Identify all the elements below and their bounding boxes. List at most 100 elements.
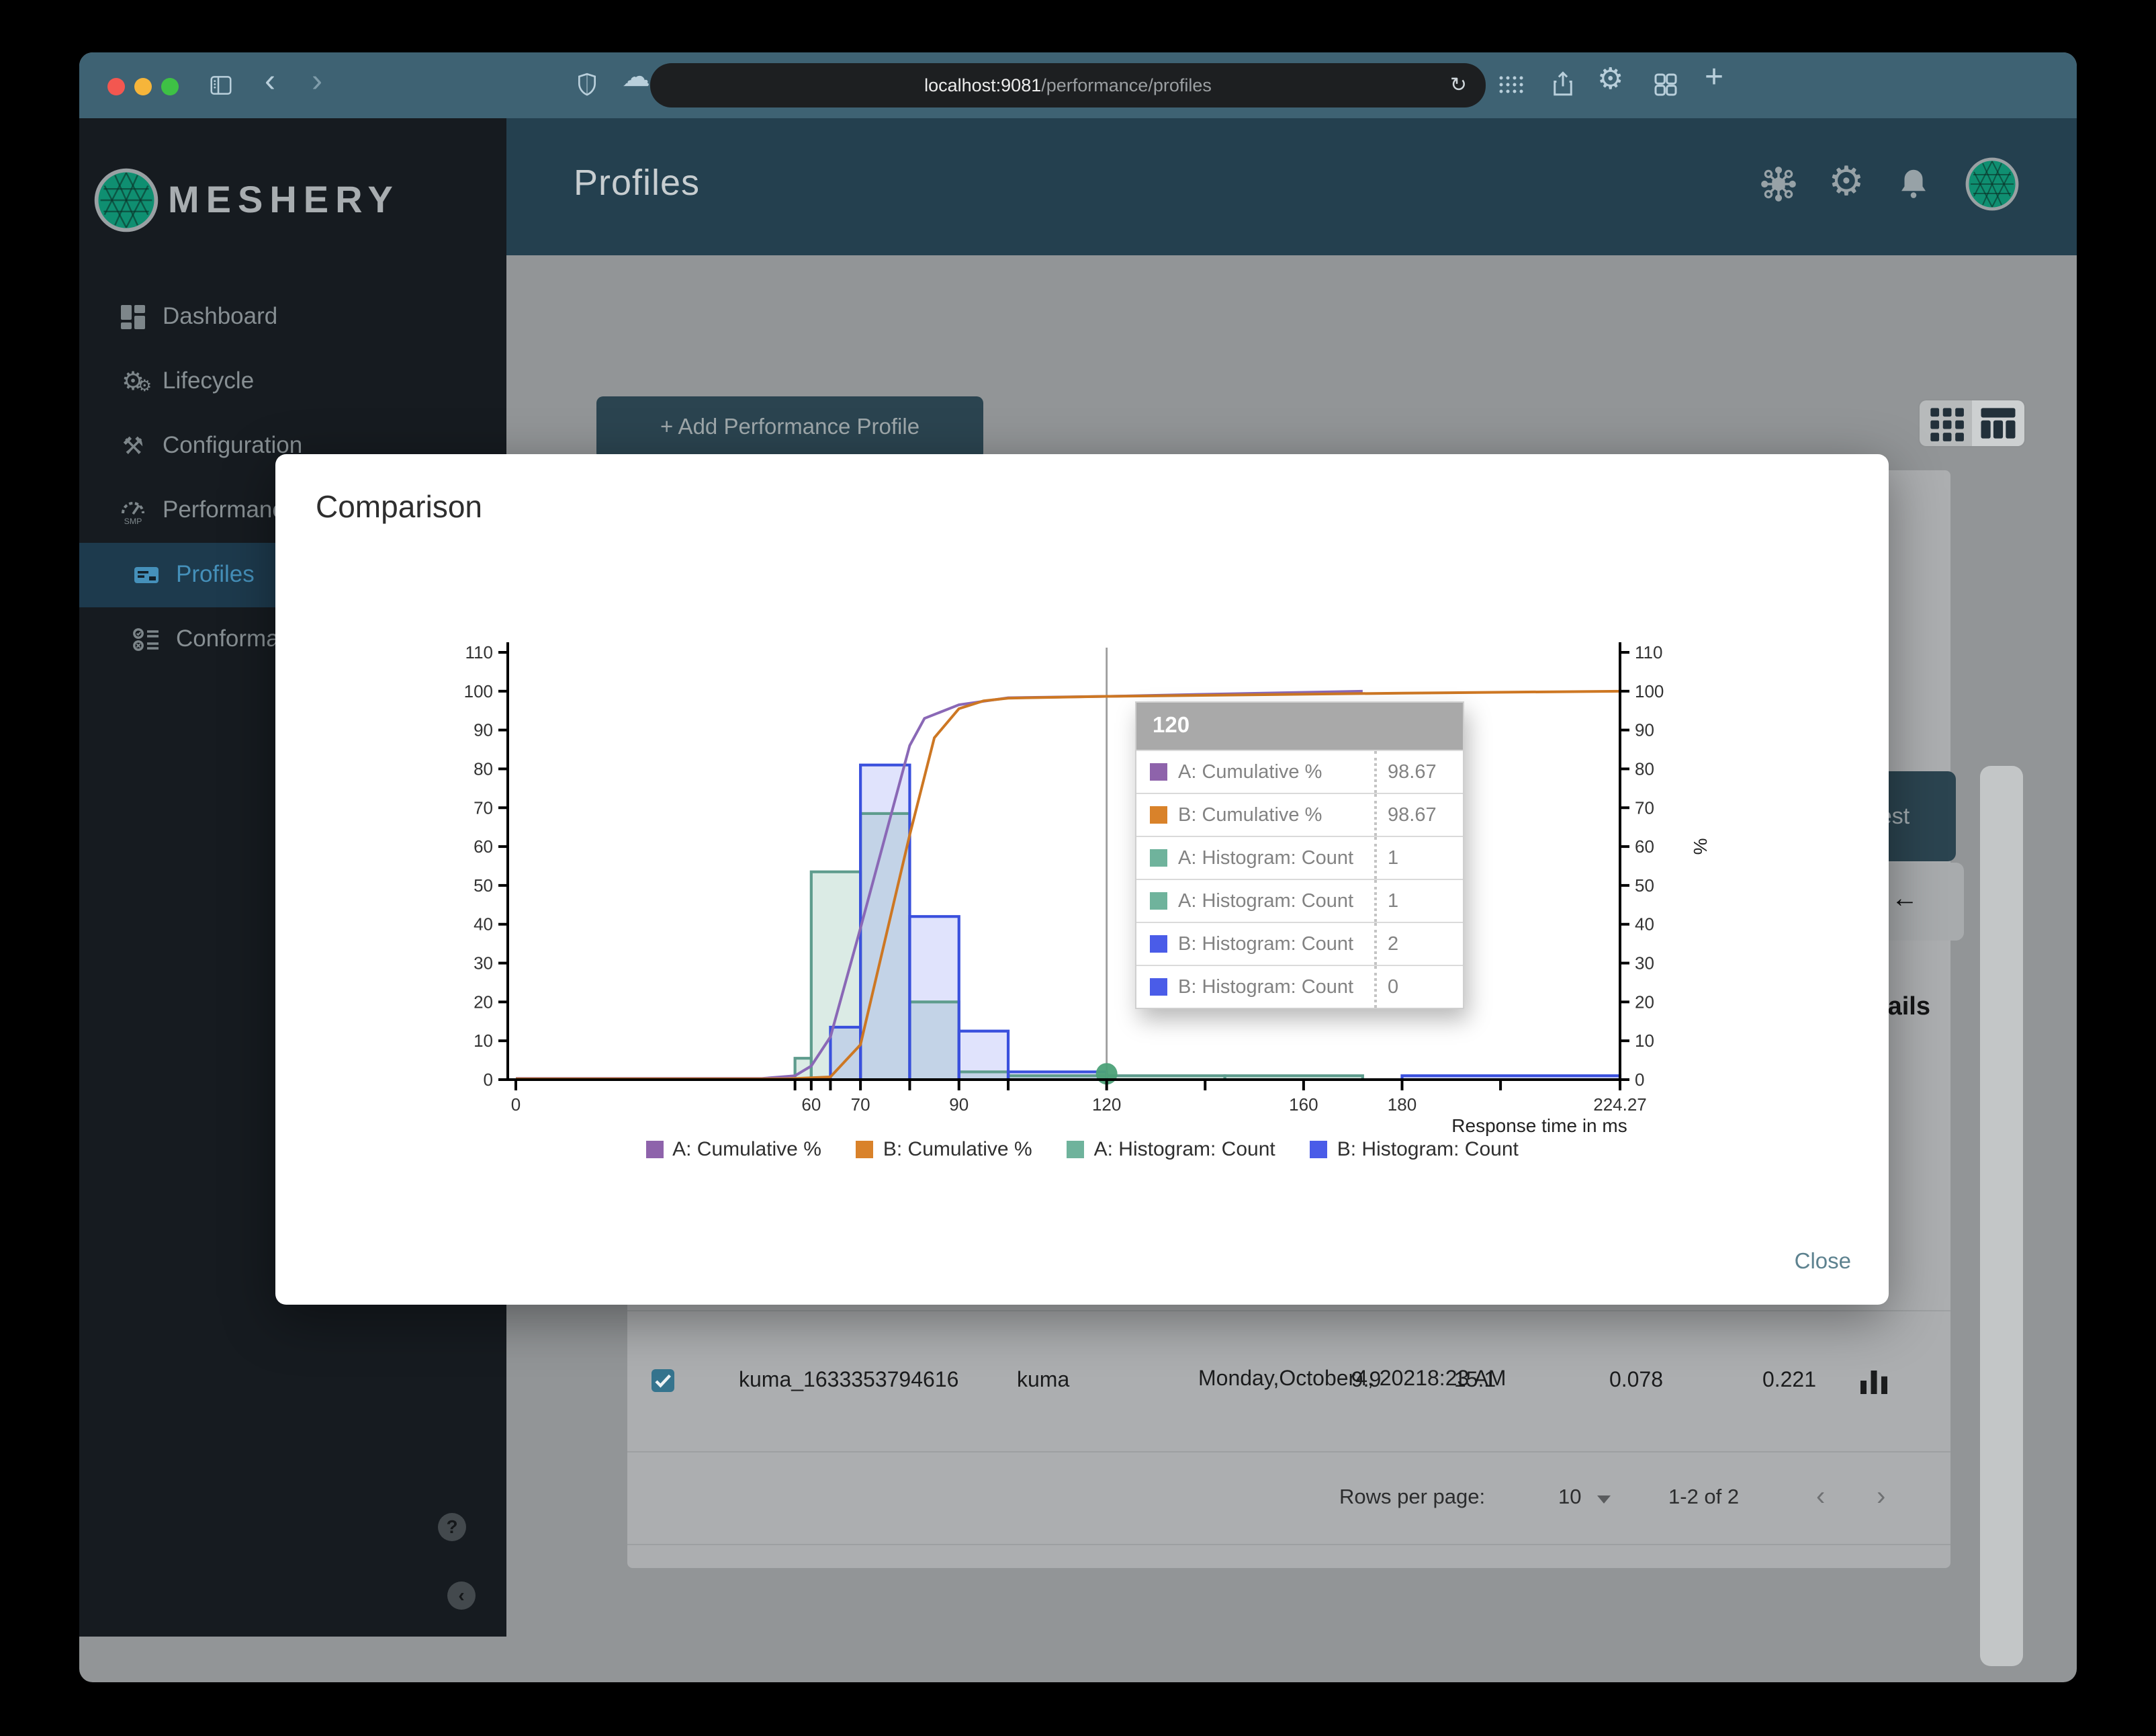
settings-gear-icon[interactable]: ⚙ [1828, 159, 1865, 206]
svg-text:70: 70 [851, 1094, 870, 1115]
back-arrow-card[interactable]: ← [1881, 863, 1964, 941]
rows-per-page-value[interactable]: 10 [1558, 1486, 1582, 1510]
svg-text:60: 60 [801, 1094, 821, 1115]
table-pagination: Rows per page: 10 1-2 of 2 ‹ › [627, 1481, 1950, 1518]
svg-text:70: 70 [1635, 797, 1654, 818]
svg-text:40: 40 [1635, 914, 1654, 935]
help-button[interactable]: ? [438, 1513, 466, 1541]
svg-text:SMP: SMP [124, 517, 142, 525]
table-view-button[interactable] [1972, 400, 2024, 446]
forward-icon[interactable]: › [312, 63, 322, 101]
url-host: localhost:9081 [924, 75, 1042, 95]
view-toggle-group [1918, 399, 2026, 447]
user-avatar[interactable] [1965, 157, 2019, 211]
series-swatch [1150, 849, 1167, 867]
scroll-strip[interactable] [1980, 766, 2023, 1666]
sidebar-item-dashboard[interactable]: Dashboard [79, 285, 506, 349]
comparison-chart: 0 010 1020 2030 3040 4050 5060 6070 7080 8090 9010… [464, 642, 1711, 1136]
cell-p99: 0.221 [1762, 1369, 1817, 1391]
tooltip-series-label: B: Histogram: Count [1178, 933, 1354, 955]
tooltip-series-value: 0 [1374, 966, 1463, 1008]
back-icon[interactable]: ‹ [265, 63, 275, 101]
screen: ‹ › ☁ localhost:9081/performance/profile… [0, 0, 2156, 1736]
svg-text:50: 50 [474, 875, 493, 896]
tooltip-row: A: Cumulative % 98.67 [1136, 750, 1463, 793]
svg-text:90: 90 [949, 1094, 969, 1115]
svg-text:80: 80 [474, 758, 493, 779]
maximize-window-button[interactable] [161, 78, 179, 95]
svg-text:50: 50 [1635, 875, 1654, 896]
extensions-grid-icon[interactable] [1498, 71, 1525, 98]
cloud-icon[interactable]: ☁ [622, 60, 650, 94]
svg-text:20: 20 [1635, 992, 1654, 1012]
svg-text:100: 100 [1635, 681, 1664, 701]
series-swatch [1150, 806, 1167, 824]
legend-swatch [1067, 1141, 1085, 1158]
page-title: Profiles [574, 163, 701, 203]
svg-text:30: 30 [474, 953, 493, 973]
row-checkbox[interactable] [652, 1369, 674, 1392]
series-swatch [1150, 978, 1167, 996]
sidebar-item-lifecycle[interactable]: ⚙ ⚙ Lifecycle [79, 349, 506, 414]
rows-per-page-label: Rows per page: [1339, 1486, 1486, 1509]
table-divider [627, 1451, 1950, 1452]
tooltip-series-label: A: Cumulative % [1178, 761, 1322, 783]
previous-page-icon[interactable]: ‹ [1816, 1483, 1825, 1510]
new-tab-icon[interactable]: + [1705, 59, 1723, 97]
tooltip-series-label: B: Histogram: Count [1178, 976, 1354, 998]
lifecycle-icon: ⚙ ⚙ [121, 368, 152, 396]
row-chart-icon[interactable] [1854, 1310, 1894, 1451]
profiles-icon [132, 560, 161, 590]
cell-duration: 15.1 [1453, 1369, 1496, 1391]
series-swatch [1150, 892, 1167, 910]
shield-icon[interactable] [574, 71, 600, 98]
svg-text:20: 20 [474, 992, 493, 1012]
share-icon[interactable] [1549, 70, 1577, 98]
tab-overview-icon[interactable] [1652, 71, 1679, 98]
mesh-adapters-icon[interactable] [1758, 164, 1799, 204]
comparison-modal: Comparison 0 0 10 10 20 20 30 30 40 40 50 50 60 60 70 7… [275, 454, 1889, 1305]
close-window-button[interactable] [107, 78, 125, 95]
svg-text:10: 10 [1635, 1031, 1654, 1051]
sidebar-item-label: Dashboard [163, 302, 278, 329]
conformance-icon [132, 625, 161, 654]
close-button[interactable]: Close [1795, 1250, 1851, 1275]
modal-title: Comparison [316, 489, 482, 524]
legend-item[interactable]: A: Cumulative % [645, 1138, 821, 1161]
tooltip-row: B: Histogram: Count 0 [1136, 965, 1463, 1008]
svg-text:90: 90 [474, 720, 493, 740]
brand[interactable]: MESHERY [79, 159, 506, 232]
cell-profile-name: kuma_1633353794616 [739, 1369, 959, 1391]
chevron-down-icon[interactable] [1597, 1495, 1611, 1504]
sidebar-toggle-icon[interactable] [208, 73, 234, 98]
cell-p50: 0.078 [1609, 1369, 1664, 1391]
left-arrow-icon: ← [1891, 884, 1918, 914]
url-bar[interactable]: localhost:9081/performance/profiles ↻ [650, 63, 1486, 107]
chart-tooltip: 120 A: Cumulative % 98.67 B: Cumulative % 9… [1135, 701, 1464, 1009]
legend-swatch [645, 1141, 664, 1158]
grid-view-button[interactable] [1920, 400, 1972, 446]
next-page-icon[interactable]: › [1877, 1483, 1885, 1510]
minimize-window-button[interactable] [134, 78, 152, 95]
brand-name: MESHERY [168, 179, 400, 220]
svg-text:160: 160 [1289, 1094, 1318, 1115]
reload-icon[interactable]: ↻ [1450, 63, 1467, 107]
tooltip-row: A: Histogram: Count 1 [1136, 879, 1463, 922]
settings-gear-icon[interactable]: ⚙ [1597, 62, 1623, 97]
svg-text:100: 100 [464, 681, 493, 701]
legend-item[interactable]: B: Cumulative % [856, 1138, 1032, 1161]
add-performance-profile-button[interactable]: + Add Performance Profile [596, 396, 983, 460]
svg-text:110: 110 [1635, 642, 1662, 662]
legend-item[interactable]: B: Histogram: Count [1310, 1138, 1519, 1161]
svg-text:0: 0 [484, 1070, 493, 1090]
tooltip-row: B: Cumulative % 98.67 [1136, 793, 1463, 836]
collapse-sidebar-button[interactable]: ‹ [447, 1581, 476, 1610]
legend-item[interactable]: A: Histogram: Count [1067, 1138, 1275, 1161]
series-swatch [1150, 763, 1167, 781]
notifications-bell-icon[interactable] [1895, 165, 1932, 202]
table-row[interactable]: kuma_1633353794616 kuma Monday, October 4,… [627, 1310, 1950, 1451]
svg-text:10: 10 [474, 1031, 493, 1051]
cell-qps: 9.9 [1351, 1369, 1382, 1391]
tooltip-header: 120 [1136, 703, 1463, 750]
svg-text:40: 40 [474, 914, 493, 935]
